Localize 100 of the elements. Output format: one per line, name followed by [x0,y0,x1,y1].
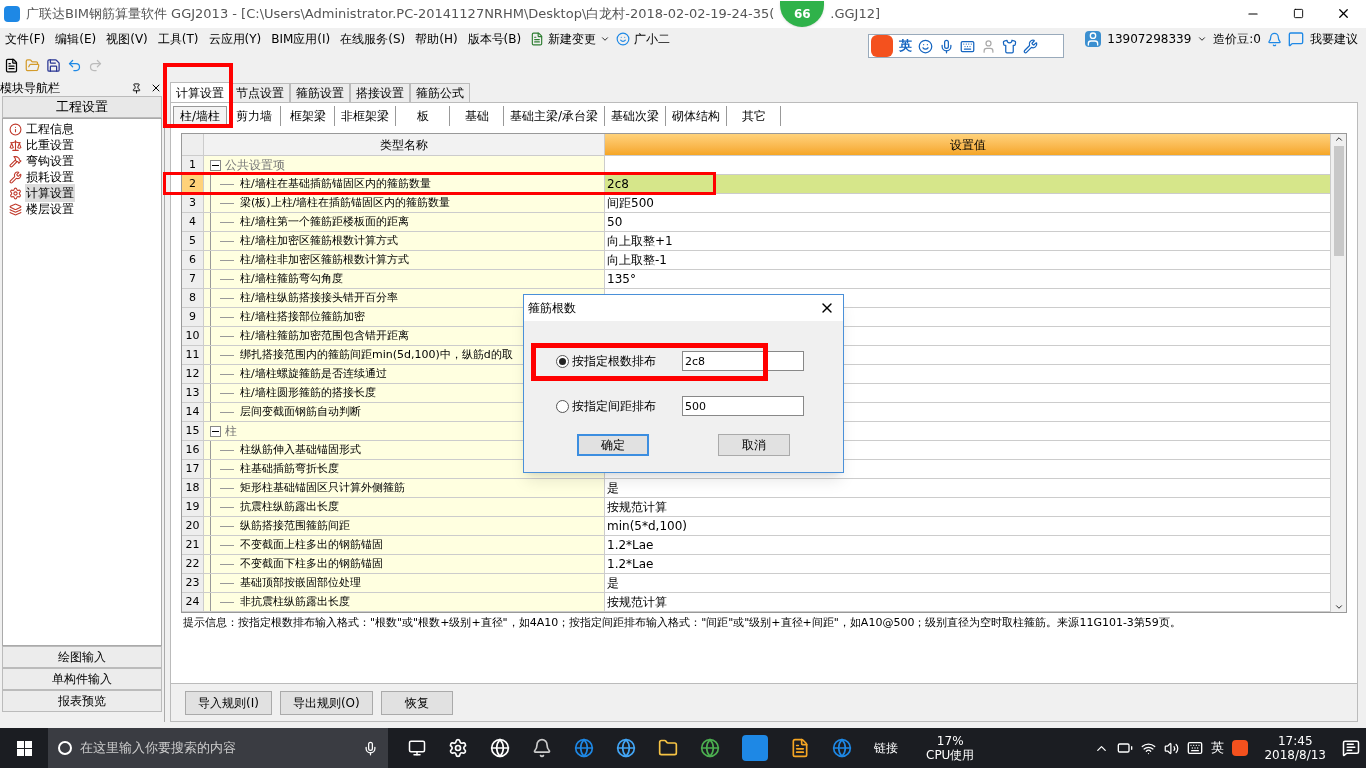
module-button[interactable]: 绘图输入 [2,646,162,668]
user-account[interactable]: 13907298339 [1107,30,1192,48]
collapse-toggle-icon[interactable] [210,159,221,171]
clock-time[interactable]: 17:45 [1277,734,1313,748]
menu-item[interactable]: 在线服务(S) [335,30,411,48]
nav-item[interactable]: 比重设置 [25,136,75,154]
action-center-icon[interactable] [1342,739,1360,757]
menu-item[interactable]: 文件(F) [0,30,51,48]
ime-mode[interactable]: 英 [899,36,912,56]
radio-button[interactable] [556,399,569,413]
input-field[interactable]: 500 [682,396,804,416]
globe-icon[interactable] [700,738,720,758]
action-button[interactable]: 导出规则(O) [279,690,373,715]
sub-tab[interactable]: 剪力墙 [227,106,282,126]
input-field[interactable]: 2c8 [682,351,804,371]
bell-icon[interactable] [1267,31,1282,47]
close-icon[interactable] [1336,6,1351,21]
taskbar-search-field[interactable]: 在这里输入你要搜索的内容 [48,728,388,768]
collapse-toggle-icon[interactable] [210,425,221,437]
sub-tab[interactable]: 基础 [450,106,505,126]
menu-item[interactable]: 云应用(Y) [203,30,267,48]
scroll-thumb[interactable] [1333,146,1344,256]
browser-icon[interactable] [490,738,510,758]
setting-value[interactable]: 按规范计算 [607,498,667,516]
sub-tab[interactable]: 非框架梁 [335,106,397,126]
scrollbar[interactable] [1330,134,1346,612]
scroll-up-icon[interactable] [1333,134,1344,144]
module-button[interactable]: 报表预览 [2,690,162,712]
menu-item[interactable]: 新建变更 [544,30,601,48]
task-view-icon[interactable] [408,739,426,757]
tab[interactable]: 节点设置 [230,83,290,102]
cancel-button[interactable]: 取消 [718,434,791,456]
setting-value[interactable]: min(5*d,100) [607,517,687,535]
wifi-icon[interactable] [1141,740,1157,756]
tab[interactable]: 箍筋设置 [290,83,350,102]
maximize-icon[interactable] [1293,8,1304,19]
setting-value[interactable]: 向上取整+1 [607,232,673,250]
setting-value[interactable]: 是 [607,574,619,592]
action-button[interactable]: 导入规则(I) [185,690,272,715]
nav-item[interactable]: 损耗设置 [25,168,75,186]
volume-icon[interactable] [1164,740,1180,756]
menu-item[interactable]: 编辑(E) [50,30,102,48]
setting-value[interactable]: 50 [607,213,623,231]
setting-name: 柱/墙柱加密区箍筋根数计算方式 [240,232,398,249]
close-icon[interactable] [150,82,162,94]
setting-value[interactable]: 1.2*Lae [607,555,654,573]
scroll-down-icon[interactable] [1333,602,1344,612]
setting-value[interactable]: 135° [607,270,636,288]
menu-item[interactable]: 工具(T) [152,30,204,48]
sub-tab[interactable]: 基础次梁 [605,106,667,126]
undo-icon[interactable] [67,57,82,73]
tab[interactable]: 箍筋公式 [410,83,470,102]
sub-tab[interactable]: 其它 [727,106,782,126]
notification-app-icon[interactable] [532,738,552,758]
nav-item[interactable]: 弯钩设置 [25,152,75,170]
menu-item[interactable]: 广小二 [630,30,675,48]
tab[interactable]: 计算设置 [170,82,230,102]
nav-item[interactable]: 楼层设置 [25,200,75,218]
shirt-icon[interactable] [1002,38,1017,54]
ok-button[interactable]: 确定 [576,434,649,456]
notepad-app-icon[interactable] [790,738,810,758]
caret-icon[interactable] [1197,34,1208,44]
nav-item[interactable]: 工程信息 [25,120,75,138]
menu-item[interactable]: 视图(V) [101,30,153,48]
setting-value[interactable]: 向上取整-1 [607,251,667,269]
new-file-icon[interactable] [4,57,19,73]
menu-item[interactable]: 版本号(B) [462,30,527,48]
sub-tab[interactable]: 柱/墙柱 [173,106,228,126]
input-method[interactable]: 英 [1211,738,1225,758]
nav-item[interactable]: 计算设置 [25,184,75,202]
sub-tab[interactable]: 板 [396,106,451,126]
suggest-link[interactable]: 我要建议 [1310,30,1358,48]
wrench-icon[interactable] [1023,38,1038,54]
section-button[interactable]: 工程设置 [2,96,162,118]
menu-item[interactable]: BIM应用(I) [266,30,336,48]
battery-icon[interactable] [1117,740,1134,756]
file-explorer-icon[interactable] [658,738,678,758]
sub-tab[interactable]: 基础主梁/承台梁 [504,106,606,126]
save-icon[interactable] [46,57,61,73]
sub-tab[interactable]: 砌体结构 [666,106,728,126]
clock-date[interactable]: 2018/8/13 [1264,748,1326,762]
emoji-icon[interactable] [918,38,933,54]
keyboard-icon[interactable] [1187,740,1204,756]
sub-tab[interactable]: 框架梁 [281,106,336,126]
menu-item[interactable]: 帮助(H) [410,30,463,48]
pin-icon[interactable] [131,82,142,94]
setting-value[interactable]: 按规范计算 [607,593,667,611]
link-toolbar[interactable]: 链接 [874,739,898,757]
setting-value[interactable]: 是 [607,479,619,497]
radio-button[interactable] [556,354,569,368]
microphone-icon[interactable] [363,740,378,756]
microphone-icon[interactable] [939,38,954,54]
setting-value[interactable]: 1.2*Lae [607,536,654,554]
setting-value[interactable]: 间距500 [607,194,654,212]
module-button[interactable]: 单构件输入 [2,668,162,690]
globe-icon[interactable] [832,738,852,758]
caret-icon[interactable] [600,34,611,44]
tab[interactable]: 搭接设置 [350,83,410,102]
setting-value[interactable]: 2c8 [607,175,629,193]
action-button[interactable]: 恢复 [380,690,453,715]
